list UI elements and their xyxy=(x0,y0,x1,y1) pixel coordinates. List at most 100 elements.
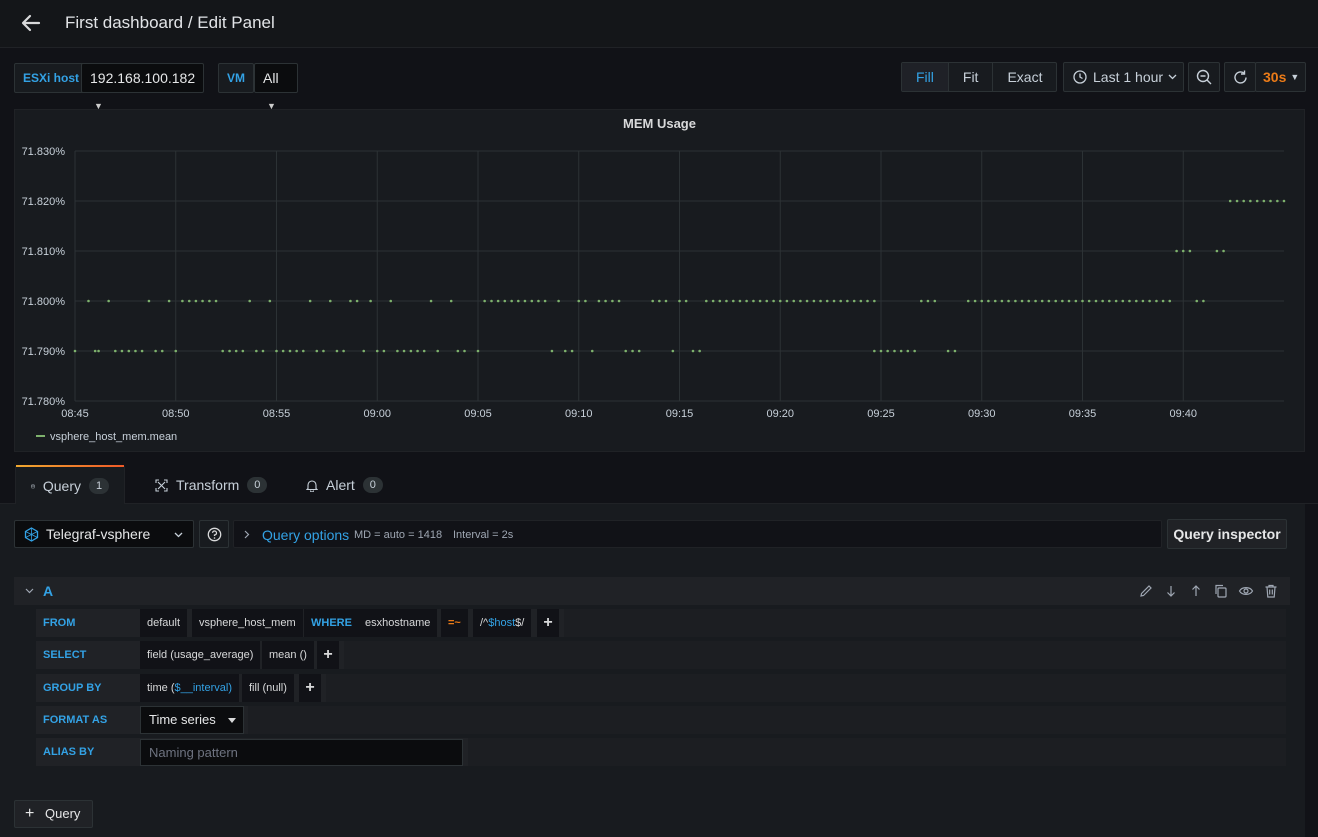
tab-query[interactable]: Query 1 xyxy=(15,465,125,504)
x-tick-label: 09:15 xyxy=(666,408,694,420)
x-tick-label: 08:45 xyxy=(61,408,89,420)
data-point xyxy=(624,349,627,353)
data-point xyxy=(107,299,110,303)
format-select[interactable]: Time series xyxy=(140,706,244,734)
add-query-button[interactable]: + Query xyxy=(14,800,93,828)
query-options-bar[interactable]: Query options MD = auto = 1418 Interval … xyxy=(233,520,1162,548)
arrow-up-icon[interactable] xyxy=(1188,583,1204,599)
data-point xyxy=(181,299,184,303)
vm-label: VM xyxy=(218,63,254,93)
data-point xyxy=(1128,299,1131,303)
where-operator-segment[interactable]: =~ xyxy=(441,609,468,637)
data-point xyxy=(966,299,970,303)
from-keyword: FROM xyxy=(36,609,136,637)
data-point xyxy=(758,299,762,303)
esxi-host-select[interactable]: 192.168.100.182▼ xyxy=(81,63,204,111)
data-point xyxy=(1054,299,1058,303)
data-point xyxy=(268,299,272,303)
data-point xyxy=(987,299,990,303)
data-point xyxy=(1269,199,1272,203)
add-groupby-button[interactable]: + xyxy=(299,674,321,702)
data-point xyxy=(926,299,930,303)
trash-icon[interactable] xyxy=(1263,583,1279,599)
refresh-button[interactable] xyxy=(1224,62,1256,92)
tab-alert[interactable]: Alert 0 xyxy=(291,466,398,504)
collapse-chevron-icon[interactable] xyxy=(25,588,34,594)
arrow-left-icon[interactable] xyxy=(18,10,44,36)
data-point xyxy=(382,349,386,353)
copy-icon[interactable] xyxy=(1213,583,1229,599)
groupby-keyword: GROUP BY xyxy=(36,674,136,702)
query-groupby-row: GROUP BY time ($__interval) fill (null) … xyxy=(36,674,1286,702)
data-point xyxy=(315,349,319,353)
datasource-select[interactable]: Telegraf-vsphere xyxy=(14,520,194,548)
data-point xyxy=(1014,299,1017,303)
data-point xyxy=(1047,299,1051,303)
legend-item[interactable]: vsphere_host_mem.mean xyxy=(50,431,177,443)
where-value-variable: $host xyxy=(488,617,516,629)
data-point xyxy=(597,299,601,303)
arrow-down-icon[interactable] xyxy=(1163,583,1179,599)
exact-button[interactable]: Exact xyxy=(993,63,1056,91)
add-select-button[interactable]: + xyxy=(317,641,339,669)
time-interval-segment[interactable]: time ($__interval) xyxy=(140,674,239,702)
data-point xyxy=(154,349,157,353)
data-point xyxy=(792,299,796,303)
alias-keyword: ALIAS BY xyxy=(36,738,136,766)
data-point xyxy=(87,299,90,303)
data-point xyxy=(604,299,607,303)
vm-value: All xyxy=(263,70,279,86)
data-point xyxy=(752,299,755,303)
field-segment[interactable]: field (usage_average) xyxy=(140,641,261,669)
where-tag-segment[interactable]: esxhostname xyxy=(358,609,438,637)
data-point xyxy=(550,349,554,353)
data-point xyxy=(1007,299,1010,303)
data-point xyxy=(778,299,782,303)
data-point xyxy=(1222,249,1225,253)
time-prefix: time ( xyxy=(147,682,175,694)
where-value-segment[interactable]: /^$host$/ xyxy=(473,609,532,637)
alias-input[interactable] xyxy=(140,739,463,766)
data-point xyxy=(611,299,614,303)
data-point xyxy=(658,299,661,303)
data-point xyxy=(490,299,493,303)
pencil-icon[interactable] xyxy=(1138,583,1154,599)
data-point xyxy=(416,349,419,353)
retention-policy-segment[interactable]: default xyxy=(140,609,188,637)
x-tick-label: 09:40 xyxy=(1169,408,1197,420)
vm-select[interactable]: All▼ xyxy=(254,63,298,111)
query-inspector-button[interactable]: Query inspector xyxy=(1167,519,1287,549)
data-point xyxy=(429,299,433,303)
tab-transform[interactable]: Transform 0 xyxy=(140,466,282,504)
fit-button[interactable]: Fit xyxy=(949,63,994,91)
query-options-label[interactable]: Query options xyxy=(262,527,349,543)
x-tick-label: 08:50 xyxy=(162,408,190,420)
refresh-interval-select[interactable]: 30s ▼ xyxy=(1255,62,1306,92)
data-point xyxy=(362,349,366,353)
add-where-button[interactable]: + xyxy=(537,609,559,637)
data-point xyxy=(732,299,735,303)
time-range-picker[interactable]: Last 1 hour xyxy=(1063,62,1184,92)
data-point xyxy=(557,299,560,303)
select-keyword: SELECT xyxy=(36,641,136,669)
data-point xyxy=(523,299,527,303)
query-ref-id[interactable]: A xyxy=(43,583,53,599)
data-point xyxy=(1107,299,1111,303)
data-point xyxy=(120,349,124,353)
zoom-out-button[interactable] xyxy=(1188,62,1220,92)
eye-icon[interactable] xyxy=(1238,583,1254,599)
data-point xyxy=(570,349,574,353)
data-point xyxy=(1276,199,1279,203)
aggregation-segment[interactable]: mean () xyxy=(262,641,314,669)
help-button[interactable] xyxy=(199,520,229,548)
data-point xyxy=(301,349,305,353)
fill-button[interactable]: Fill xyxy=(902,63,949,91)
fill-segment[interactable]: fill (null) xyxy=(242,674,294,702)
data-point xyxy=(140,349,144,353)
data-point xyxy=(1067,299,1071,303)
measurement-segment[interactable]: vsphere_host_mem xyxy=(192,609,303,637)
mem-usage-chart[interactable]: 71.830% 71.820% 71.810% 71.800% 71.790% 71.78… xyxy=(15,110,1306,453)
data-point xyxy=(389,299,393,303)
data-point xyxy=(812,299,816,303)
data-point xyxy=(73,349,77,353)
